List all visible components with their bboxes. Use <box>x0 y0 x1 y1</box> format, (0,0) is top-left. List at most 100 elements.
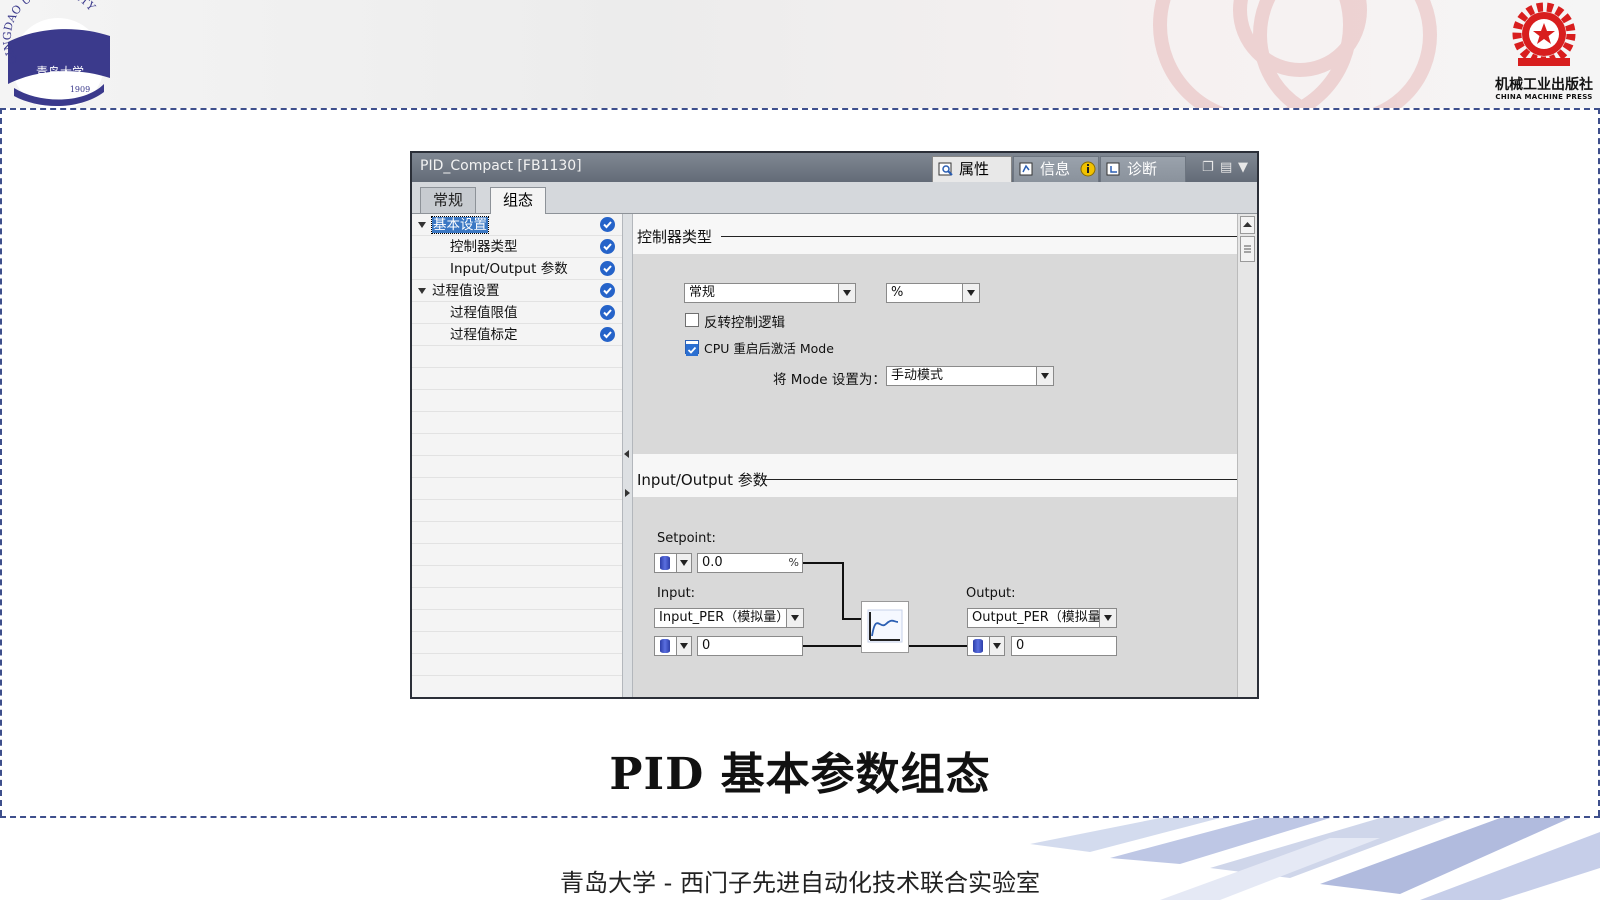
io-parameters-section-body: Setpoint: 0.0 % Input: Input_PER（模拟量） 0 <box>633 497 1237 697</box>
checkmark-icon <box>686 344 698 356</box>
info-icon <box>1019 162 1033 176</box>
footer-lab-name: 青岛大学 - 西门子先进自动化技术联合实验室 <box>560 869 1040 897</box>
section-divider <box>721 236 1237 237</box>
window-menu-chevron-icon[interactable]: ▼ <box>1238 160 1248 175</box>
tab-diagnostics-label: 诊断 <box>1127 160 1158 178</box>
controller-type-dropdown[interactable]: 常规 <box>684 283 856 303</box>
setpoint-source-selector[interactable] <box>654 553 692 573</box>
input-value-field[interactable]: 0 <box>697 636 803 656</box>
input-label: Input: <box>657 586 696 601</box>
output-value-field[interactable]: 0 <box>1011 636 1117 656</box>
tab-properties[interactable]: 属性 <box>932 156 1012 182</box>
setpoint-wire <box>803 562 843 564</box>
controller-type-heading: 控制器类型 <box>637 228 713 246</box>
gear-star-icon <box>1512 2 1576 66</box>
tab-general-label: 常规 <box>433 191 464 209</box>
tab-info[interactable]: 信息 <box>1013 156 1099 182</box>
embed-window-icon[interactable]: ▤ <box>1220 160 1232 175</box>
nav-basic-settings-label: 基本设置 <box>431 216 489 234</box>
setpoint-value: 0.0 <box>702 555 723 570</box>
university-logo-year: 1909 <box>70 85 90 94</box>
output-target-selector[interactable] <box>967 636 1005 656</box>
tab-configuration[interactable]: 组态 <box>490 187 547 214</box>
china-machine-press-logo: 机械工业出版社 CHINA MACHINE PRESS <box>1488 0 1600 106</box>
input-source-selector[interactable] <box>654 636 692 656</box>
chevron-down-icon[interactable] <box>989 637 1004 655</box>
expand-right-arrow-icon[interactable] <box>625 489 630 497</box>
nav-process-value-settings[interactable]: 过程值设置 <box>418 280 500 302</box>
config-nav-tree: 基本设置 控制器类型 Input/Output 参数 过程值设置 过程值限值 过… <box>412 214 622 697</box>
input-type-dropdown[interactable]: Input_PER（模拟量） <box>654 608 804 628</box>
unit-dropdown[interactable]: % <box>886 283 980 303</box>
chevron-down-icon[interactable] <box>962 284 979 302</box>
chevron-down-icon[interactable] <box>1099 609 1116 627</box>
window-title: PID_Compact [FB1130] <box>420 158 582 174</box>
chevron-down-icon[interactable] <box>838 284 855 302</box>
config-detail-pane: 控制器类型 常规 % 反转控制逻辑 CPU 重启后激活 Mode 将 Mode … <box>633 214 1237 697</box>
nav-controller-type[interactable]: 控制器类型 <box>450 236 518 258</box>
output-type-value: Output_PER（模拟量） <box>972 610 1114 625</box>
chevron-up-icon <box>1243 222 1252 227</box>
chevron-down-icon[interactable] <box>676 554 691 572</box>
dashed-frame-left <box>0 108 2 816</box>
output-type-dropdown[interactable]: Output_PER（模拟量） <box>967 608 1117 628</box>
nav-controller-type-label: 控制器类型 <box>450 239 518 255</box>
setpoint-wire <box>842 618 862 620</box>
section-divider <box>762 479 1237 480</box>
expand-triangle-icon[interactable] <box>418 288 426 294</box>
info-badge-icon <box>1080 161 1096 177</box>
db-cylinder-icon <box>660 556 670 570</box>
output-wire <box>909 645 967 647</box>
invert-control-logic-checkbox[interactable] <box>685 313 699 327</box>
pid-curve-icon <box>867 609 903 643</box>
output-label: Output: <box>966 586 1016 601</box>
mode-dropdown[interactable]: 手动模式 <box>886 366 1054 386</box>
setpoint-input[interactable]: 0.0 % <box>697 553 803 573</box>
restore-window-icon[interactable]: ❐ <box>1202 160 1214 175</box>
slide-header-band <box>0 0 1600 108</box>
pid-controller-block <box>861 601 909 653</box>
nav-process-value-limits-label: 过程值限值 <box>450 305 518 321</box>
setpoint-label: Setpoint: <box>657 531 716 546</box>
controller-type-section-header: 控制器类型 <box>633 214 1237 252</box>
controller-type-value: 常规 <box>689 285 716 300</box>
unit-value: % <box>891 285 904 300</box>
vertical-scrollbar[interactable] <box>1237 214 1257 697</box>
tab-general[interactable]: 常规 <box>420 187 477 213</box>
mode-value: 手动模式 <box>891 368 944 383</box>
chevron-down-icon[interactable] <box>676 637 691 655</box>
nav-basic-settings[interactable]: 基本设置 <box>418 214 489 236</box>
collapse-left-arrow-icon[interactable] <box>624 450 629 458</box>
setpoint-wire <box>842 562 844 619</box>
tab-configuration-label: 组态 <box>503 191 534 209</box>
properties-icon <box>938 162 953 176</box>
nav-process-value-limits[interactable]: 过程值限值 <box>450 302 518 324</box>
pane-splitter[interactable] <box>622 214 633 697</box>
nav-process-value-scaling[interactable]: 过程值标定 <box>450 324 518 346</box>
window-content: 基本设置 控制器类型 Input/Output 参数 过程值设置 过程值限值 过… <box>412 214 1257 697</box>
io-parameters-heading: Input/Output 参数 <box>637 471 768 489</box>
activate-mode-after-restart-checkbox[interactable] <box>685 340 699 356</box>
input-wire <box>803 645 862 647</box>
svg-text:青岛大学: 青岛大学 <box>36 64 84 79</box>
nav-process-value-settings-label: 过程值设置 <box>432 283 500 299</box>
invert-control-logic-label: 反转控制逻辑 <box>704 315 785 331</box>
window-titlebar: PID_Compact [FB1130] 属性 信息 诊断 ❐ ▤ ▼ <box>412 153 1257 182</box>
db-cylinder-icon <box>660 639 670 653</box>
tab-diagnostics[interactable]: 诊断 <box>1100 156 1186 182</box>
tab-info-label: 信息 <box>1040 160 1071 178</box>
press-name-en: CHINA MACHINE PRESS <box>1495 93 1593 101</box>
chevron-down-icon[interactable] <box>786 609 803 627</box>
check-icon <box>600 305 615 320</box>
nav-io-parameters[interactable]: Input/Output 参数 <box>450 258 568 280</box>
scroll-up-button[interactable] <box>1240 216 1255 234</box>
io-parameters-section-header: Input/Output 参数 <box>633 457 1237 495</box>
expand-triangle-icon[interactable] <box>418 222 426 228</box>
chevron-down-icon[interactable] <box>1036 367 1053 385</box>
decorative-rings <box>1153 0 1437 108</box>
controller-type-section-body: 常规 % 反转控制逻辑 CPU 重启后激活 Mode 将 Mode 设置为： 手… <box>633 254 1237 454</box>
check-icon <box>600 283 615 298</box>
check-icon <box>600 261 615 276</box>
scroll-thumb[interactable] <box>1240 236 1255 262</box>
pid-compact-properties-window: PID_Compact [FB1130] 属性 信息 诊断 ❐ ▤ ▼ 常规 组… <box>410 151 1259 699</box>
